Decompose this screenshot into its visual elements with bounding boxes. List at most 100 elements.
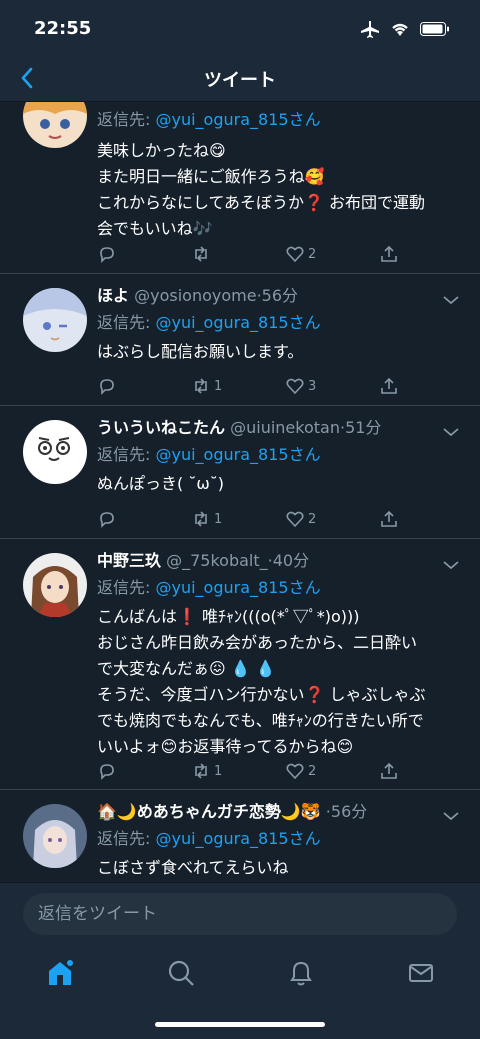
like-button[interactable]: 3 (285, 374, 316, 398)
tweet-header: 中野三玖 @_75kobalt_·40分 (97, 551, 310, 570)
reply-mention-link[interactable]: @yui_ogura_815さん (156, 110, 321, 129)
reply-mention-link[interactable]: @yui_ogura_815さん (156, 445, 321, 464)
tweet-line: で大変なんだぁ😖 💧 💧 (97, 659, 276, 678)
user-handle[interactable]: @yosionoyome (134, 286, 256, 305)
share-icon (381, 762, 397, 779)
tweet-line: こんばんは❗ 唯ﾁｬﾝ(((o(*ﾟ▽ﾟ*)o))) (97, 607, 360, 626)
reply-line: 返信先: @yui_ogura_815さん (97, 578, 321, 597)
timestamp: 56分 (261, 286, 299, 305)
reply-icon (100, 247, 114, 263)
tweet-item[interactable]: 中野三玖 @_75kobalt_·40分 返信先: @yui_ogura_815… (0, 539, 480, 790)
tweet-line: ぬんぽっき( ˘ω˘) (97, 474, 224, 493)
tweet-line: こぼさず食べれてえらいね (97, 858, 289, 877)
share-icon (381, 377, 397, 394)
reply-button[interactable] (97, 242, 120, 266)
share-button[interactable] (379, 374, 399, 398)
share-icon (381, 245, 397, 262)
avatar[interactable] (23, 804, 87, 868)
reply-icon (100, 764, 114, 780)
like-count: 2 (308, 246, 317, 262)
bell-icon[interactable] (286, 958, 316, 988)
tweet-item[interactable]: 🏠🌙めあちゃんガチ恋勢🌙🐯 ·56分 返信先: @yui_ogura_815さん… (0, 790, 480, 882)
like-button[interactable]: 2 (285, 242, 316, 266)
timestamp: 40分 (272, 551, 310, 570)
reply-button[interactable] (97, 507, 120, 531)
heart-icon (286, 511, 304, 528)
display-name[interactable]: 中野三玖 (97, 551, 161, 570)
tweet-text: こんばんは❗ 唯ﾁｬﾝ(((o(*ﾟ▽ﾟ*)o))) おじさん昨日飲み会があった… (97, 604, 460, 760)
avatar[interactable] (23, 553, 87, 617)
retweet-count: 1 (214, 511, 223, 527)
tweet-header: ういういねこたん @uiuinekotan·51分 (97, 418, 382, 437)
retweet-button[interactable]: 1 (191, 759, 222, 783)
retweet-button[interactable]: 1 (191, 374, 222, 398)
tweet-text: こぼさず食べれてえらいね (97, 855, 460, 881)
tweet-line: そうだ、今度ゴハン行かない❓ しゃぶしゃぶ (97, 685, 426, 704)
tweet-line: おじさん昨日飲み会があったから、二日酔い (97, 633, 418, 652)
status-bar: 22:55 (0, 0, 480, 56)
avatar[interactable] (23, 102, 87, 148)
search-icon[interactable] (166, 958, 196, 988)
chevron-down-icon[interactable] (442, 810, 460, 822)
tweet-line: 美味しかったね😋 (97, 141, 226, 160)
tweet-content: 中野三玖 @_75kobalt_·40分 返信先: @yui_ogura_815… (97, 549, 460, 760)
like-button[interactable]: 2 (285, 759, 316, 783)
timestamp: 51分 (345, 418, 382, 437)
reply-mention-link[interactable]: @yui_ogura_815さん (156, 313, 321, 332)
tweet-item[interactable]: ういういねこたん @uiuinekotan·51分 返信先: @yui_ogur… (0, 406, 480, 539)
retweet-icon (195, 763, 207, 779)
page-title: ツイート (204, 70, 276, 91)
reply-line: 返信先: @yui_ogura_815さん (97, 313, 321, 332)
user-handle[interactable]: @uiuinekotan (230, 418, 340, 437)
share-button[interactable] (379, 507, 399, 531)
retweet-icon (195, 246, 207, 262)
reply-line: 返信先: @yui_ogura_815さん (97, 110, 321, 129)
reply-button[interactable] (97, 759, 120, 783)
like-count: 2 (308, 763, 317, 779)
tweet-text: はぶらし配信お願いします。 (97, 339, 460, 365)
reply-icon (100, 512, 114, 528)
like-count: 3 (308, 378, 317, 394)
retweet-button[interactable] (191, 242, 214, 266)
reply-mention-link[interactable]: @yui_ogura_815さん (156, 829, 321, 848)
reply-input[interactable]: 返信をツイート (23, 893, 457, 935)
heart-icon (286, 246, 304, 263)
tweet-line: はぶらし配信お願いします。 (97, 342, 304, 361)
home-indicator[interactable] (155, 1022, 325, 1027)
tweet-item[interactable]: ほよ @yosionoyome·56分 返信先: @yui_ogura_815さ… (0, 274, 480, 406)
chevron-down-icon[interactable] (442, 426, 460, 438)
tweet-content: ういういねこたん @uiuinekotan·51分 返信先: @yui_ogur… (97, 416, 460, 497)
display-name[interactable]: ういういねこたん (97, 418, 225, 437)
retweet-icon (195, 511, 207, 527)
like-button[interactable]: 2 (285, 507, 316, 531)
mail-icon[interactable] (406, 958, 436, 988)
share-button[interactable] (379, 759, 399, 783)
avatar[interactable] (23, 288, 87, 352)
user-handle[interactable]: @_75kobalt_ (166, 551, 268, 570)
chevron-down-icon[interactable] (442, 559, 460, 571)
reply-line: 返信先: @yui_ogura_815さん (97, 829, 321, 848)
tweet-content: 🏠🌙めあちゃんガチ恋勢🌙🐯 ·56分 返信先: @yui_ogura_815さん… (97, 800, 460, 881)
chevron-down-icon[interactable] (442, 294, 460, 306)
tweet-item[interactable]: 返信先: @yui_ogura_815さん 美味しかったね😋 また明日一緒にご飯… (0, 102, 480, 274)
battery-icon (420, 22, 449, 36)
home-icon[interactable] (45, 958, 75, 988)
retweet-icon (195, 378, 207, 394)
heart-icon (286, 763, 304, 780)
retweet-button[interactable]: 1 (191, 507, 222, 531)
tweet-content: 返信先: @yui_ogura_815さん 美味しかったね😋 また明日一緒にご飯… (97, 108, 460, 242)
display-name[interactable]: ほよ (97, 286, 129, 305)
reply-feed: 返信先: @yui_ogura_815さん 美味しかったね😋 また明日一緒にご飯… (0, 102, 480, 882)
share-button[interactable] (379, 242, 399, 266)
like-count: 2 (308, 511, 317, 527)
tweet-line: 会でもいいね🎶 (97, 219, 213, 238)
reply-mention-link[interactable]: @yui_ogura_815さん (156, 578, 321, 597)
reply-line: 返信先: @yui_ogura_815さん (97, 445, 321, 464)
display-name[interactable]: 🏠🌙めあちゃんガチ恋勢🌙🐯 (97, 802, 321, 821)
tweet-line: でも焼肉でもなんでも、唯ﾁｬﾝの行きたい所で (97, 711, 424, 730)
status-time: 22:55 (34, 18, 92, 39)
share-icon (381, 510, 397, 527)
retweet-count: 1 (214, 378, 223, 394)
avatar[interactable] (23, 420, 87, 484)
reply-button[interactable] (97, 374, 120, 398)
